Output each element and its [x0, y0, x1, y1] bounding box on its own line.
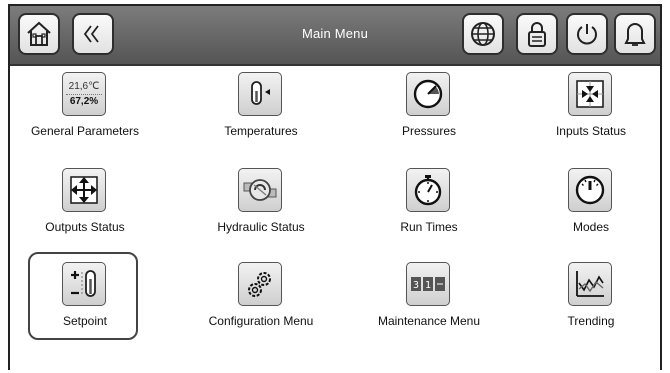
- menu-temperatures[interactable]: Temperatures: [186, 72, 336, 160]
- thermometer-icon: [251, 81, 270, 105]
- general-parameters-tile: 21,6℃ 67,2%: [62, 72, 106, 116]
- alarm-button[interactable]: [614, 13, 656, 55]
- counter-icon: 3 1: [411, 277, 445, 291]
- menu-general-parameters[interactable]: 21,6℃ 67,2% General Parameters: [10, 72, 160, 160]
- pump-icon: [243, 179, 277, 201]
- speedometer-icon: [575, 175, 605, 205]
- menu-label: Inputs Status: [555, 124, 627, 138]
- temperatures-tile: [238, 72, 282, 116]
- menu-label: Trending: [567, 314, 615, 328]
- menu-maintenance[interactable]: 3 1 Maintenance Menu: [354, 262, 504, 350]
- trend-chart-icon: [576, 271, 604, 297]
- top-bar: Main Menu: [10, 6, 660, 66]
- menu-hydraulic-status[interactable]: Hydraulic Status: [186, 168, 336, 256]
- outputs-status-tile: [62, 168, 106, 212]
- setpoint-tile: [62, 262, 106, 306]
- alarm-bell-icon: [624, 23, 646, 46]
- menu-trending[interactable]: Trending: [516, 262, 666, 350]
- pressure-gauge-icon: [413, 79, 443, 109]
- configuration-tile: [238, 262, 282, 306]
- menu-label: General Parameters: [30, 124, 140, 138]
- inputs-arrows-icon: [576, 80, 604, 108]
- menu-configuration[interactable]: Configuration Menu: [186, 262, 336, 350]
- menu-run-times[interactable]: Run Times: [354, 168, 504, 256]
- language-button[interactable]: [462, 13, 504, 55]
- stopwatch-icon: [414, 175, 442, 206]
- pressures-tile: [406, 72, 450, 116]
- menu-setpoint[interactable]: Setpoint: [10, 262, 160, 350]
- globe-icon: [471, 22, 495, 46]
- menu-outputs-status[interactable]: Outputs Status: [10, 168, 160, 256]
- menu-label: Setpoint: [62, 314, 108, 328]
- maintenance-tile: 3 1: [406, 262, 450, 306]
- trending-tile: [568, 262, 612, 306]
- inputs-status-tile: [568, 72, 612, 116]
- screen: Main Menu 21,6℃ 67,2% General Parameters…: [8, 4, 662, 370]
- counter-digit-2: 1: [425, 280, 431, 291]
- menu-pressures[interactable]: Pressures: [354, 72, 504, 160]
- clipboard-lock-icon: [528, 22, 546, 47]
- outputs-arrows-icon: [70, 176, 98, 204]
- power-icon: [577, 24, 597, 45]
- setpoint-thermometer-icon: [71, 270, 96, 297]
- run-times-tile: [406, 168, 450, 212]
- temperature-reading: 21,6℃: [68, 80, 100, 92]
- login-button[interactable]: [516, 13, 558, 55]
- menu-label: Temperatures: [224, 124, 298, 138]
- humidity-reading: 67,2%: [69, 95, 99, 107]
- menu-label: Configuration Menu: [208, 314, 314, 328]
- menu-label: Outputs Status: [45, 220, 125, 234]
- hydraulic-status-tile: [238, 168, 282, 212]
- power-button[interactable]: [566, 13, 608, 55]
- menu-label: Hydraulic Status: [217, 220, 305, 234]
- modes-tile: [568, 168, 612, 212]
- menu-modes[interactable]: Modes: [516, 168, 666, 256]
- menu-label: Modes: [572, 220, 610, 234]
- counter-digit-1: 3: [413, 280, 419, 291]
- page-title: Main Menu: [301, 26, 369, 41]
- menu-inputs-status[interactable]: Inputs Status: [516, 72, 666, 160]
- gears-icon: [248, 272, 271, 297]
- tile-divider: [66, 93, 102, 95]
